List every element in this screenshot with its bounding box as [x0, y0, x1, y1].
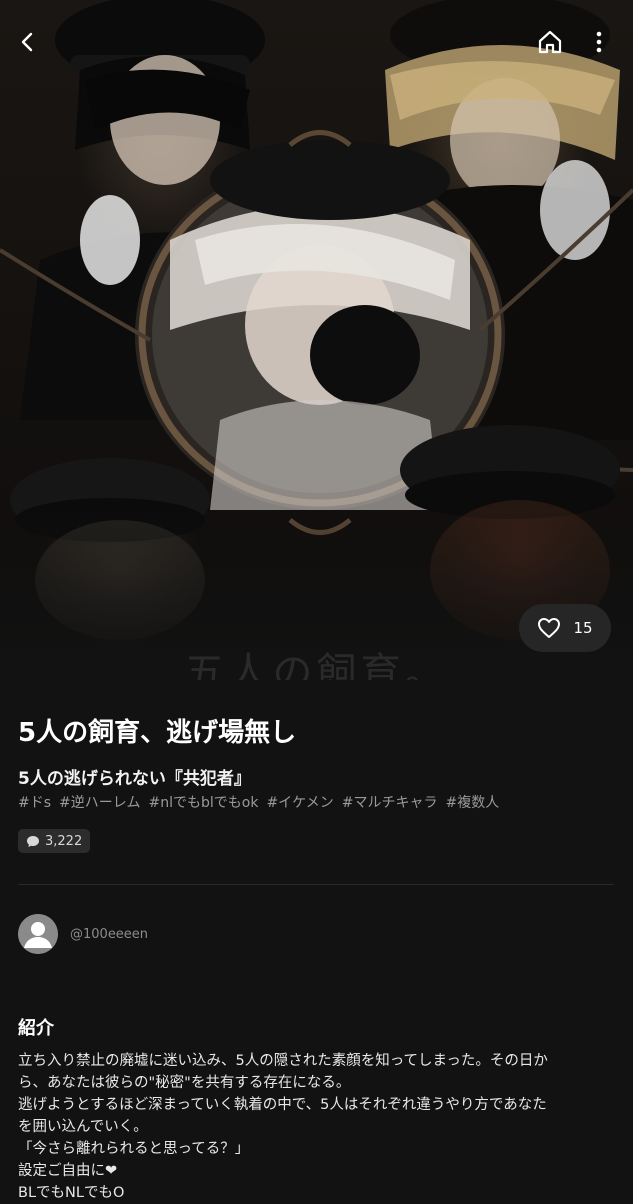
- author-row[interactable]: @100eeeen: [18, 914, 148, 954]
- home-icon: [538, 30, 562, 54]
- author-handle: @100eeeen: [70, 926, 149, 942]
- intro-line: を囲い込んでいく。: [18, 1119, 148, 1135]
- default-avatar-icon: [18, 914, 58, 954]
- tag-item[interactable]: #nlでもblでもok: [148, 792, 258, 812]
- comment-count-badge[interactable]: 3,222: [18, 829, 91, 853]
- intro-line: 設定ご自由に❤: [18, 1163, 118, 1179]
- comment-count: 3,222: [45, 833, 83, 849]
- avatar: [18, 914, 58, 954]
- intro-line: 「今さら離れられると思ってる？」: [18, 1141, 250, 1157]
- more-vertical-icon: [596, 31, 602, 53]
- tag-item[interactable]: #イケメン: [266, 792, 333, 812]
- like-count: 15: [573, 619, 593, 637]
- tag-item[interactable]: #マルチキャラ: [342, 792, 438, 812]
- tag-item[interactable]: #ドs: [18, 792, 51, 812]
- intro-line: 逃げようとするほど深まっていく執着の中で、5人はそれぞれ違うやり方であなた: [18, 1097, 547, 1113]
- intro-heading: 紹介: [18, 1018, 54, 1039]
- section-divider: [18, 884, 614, 885]
- tag-item[interactable]: #複数人: [445, 792, 499, 812]
- intro-line: ら、あなたは彼らの"秘密"を共有する存在になる。: [18, 1075, 351, 1091]
- home-button[interactable]: [530, 22, 570, 62]
- cover-artwork: 五人の飼育。: [0, 0, 633, 680]
- more-options-button[interactable]: [585, 22, 613, 62]
- intro-line: 立ち入り禁止の廃墟に迷い込み、5人の隠された素顔を知ってしまった。その日か: [18, 1053, 548, 1069]
- chat-bubble-icon: [27, 835, 39, 847]
- heart-outline-icon: [538, 618, 561, 638]
- intro-line: BLでもNLでもO: [18, 1185, 125, 1201]
- like-button[interactable]: 15: [519, 604, 611, 652]
- chevron-left-icon: [21, 32, 33, 52]
- intro-description: 立ち入り禁止の廃墟に迷い込み、5人の隠された素顔を知ってしまった。その日か ら、…: [18, 1050, 618, 1204]
- story-subtitle: 5人の逃げられない『共犯者』: [18, 769, 251, 789]
- back-button[interactable]: [8, 22, 48, 62]
- story-title: 5人の飼育、逃げ場無し: [18, 718, 297, 748]
- tag-item[interactable]: #逆ハーレム: [59, 792, 140, 812]
- tag-list: #ドs #逆ハーレム #nlでもblでもok #イケメン #マルチキャラ #複数…: [18, 792, 499, 812]
